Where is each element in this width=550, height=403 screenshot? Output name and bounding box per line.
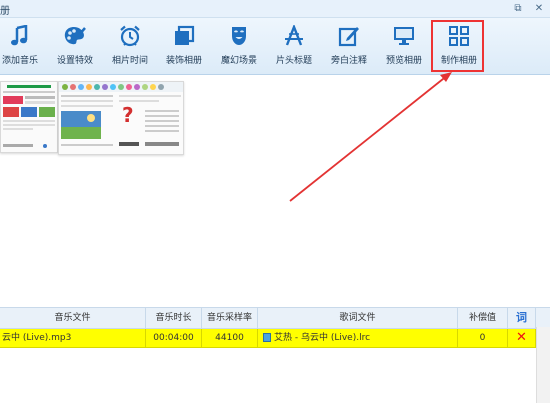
restore-icon[interactable]: ⧉ xyxy=(508,1,528,15)
opening-title-button[interactable]: 片头标题 xyxy=(268,24,320,72)
opening-title-label: 片头标题 xyxy=(275,56,312,66)
monitor-icon xyxy=(394,27,414,45)
music-note-icon xyxy=(11,25,28,46)
lyric-file-name: 艾热 - 乌云中 (Live).lrc xyxy=(274,333,371,343)
header-music-file[interactable]: 音乐文件 xyxy=(0,308,146,328)
title-bar: 册 ⧉ ✕ xyxy=(0,0,550,18)
magic-scene-button[interactable]: 魔幻场景 xyxy=(213,24,265,72)
caption-a-icon xyxy=(285,25,303,46)
narration-note-label: 旁白注释 xyxy=(330,56,367,66)
add-music-button[interactable]: 添加音乐 xyxy=(0,24,46,72)
photo-time-label: 相片时间 xyxy=(111,56,148,66)
header-lyric-icon[interactable]: 词 xyxy=(508,308,536,328)
photo-thumbnail[interactable]: ? xyxy=(58,81,184,155)
webpage-screenshot-image: ? xyxy=(59,82,183,154)
add-music-label: 添加音乐 xyxy=(1,56,38,66)
delete-icon[interactable]: ✕ xyxy=(508,329,536,347)
photo-list-area: ? xyxy=(0,75,550,305)
header-sample-rate[interactable]: 音乐采样率 xyxy=(202,308,258,328)
header-lyric-file[interactable]: 歌词文件 xyxy=(258,308,458,328)
set-effects-button[interactable]: 设置特效 xyxy=(49,24,101,72)
photo-thumbnail[interactable] xyxy=(0,81,58,153)
header-offset[interactable]: 补偿值 xyxy=(458,308,508,328)
table-row[interactable]: 云中 (Live).mp3 00:04:00 44100 艾热 - 乌云中 (L… xyxy=(0,329,550,348)
decorate-album-label: 装饰相册 xyxy=(165,56,202,66)
cell-music-file: 云中 (Live).mp3 xyxy=(0,329,146,347)
magic-scene-label: 魔幻场景 xyxy=(220,56,257,66)
vertical-scrollbar[interactable] xyxy=(536,327,550,403)
svg-text:?: ? xyxy=(122,103,134,127)
cell-offset[interactable]: 0 xyxy=(458,329,508,347)
palette-icon xyxy=(64,27,86,45)
photo-time-button[interactable]: 相片时间 xyxy=(104,24,156,72)
album-frames-icon xyxy=(175,25,195,45)
decorate-album-button[interactable]: 装饰相册 xyxy=(158,24,210,72)
window-title: 册 xyxy=(0,6,10,17)
close-icon[interactable]: ✕ xyxy=(530,1,548,15)
music-table: 音乐文件 音乐时长 音乐采样率 歌词文件 补偿值 词 云中 (Live).mp3… xyxy=(0,307,550,348)
preview-album-label: 预览相册 xyxy=(385,56,422,66)
cell-lyric-file[interactable]: 艾热 - 乌云中 (Live).lrc xyxy=(258,329,458,347)
cell-sample-rate: 44100 xyxy=(202,329,258,347)
lyric-file-icon xyxy=(263,333,271,342)
preview-album-button[interactable]: 预览相册 xyxy=(378,24,430,72)
cell-duration: 00:04:00 xyxy=(146,329,202,347)
header-duration[interactable]: 音乐时长 xyxy=(146,308,202,328)
webpage-screenshot-image xyxy=(1,82,57,152)
edit-note-icon xyxy=(338,27,359,47)
narration-note-button[interactable]: 旁白注释 xyxy=(323,24,375,72)
table-header: 音乐文件 音乐时长 音乐采样率 歌词文件 补偿值 词 xyxy=(0,307,550,329)
set-effects-label: 设置特效 xyxy=(56,56,93,66)
make-album-highlight-box xyxy=(431,20,484,72)
alarm-clock-icon xyxy=(120,25,140,47)
theater-mask-icon xyxy=(232,27,246,45)
